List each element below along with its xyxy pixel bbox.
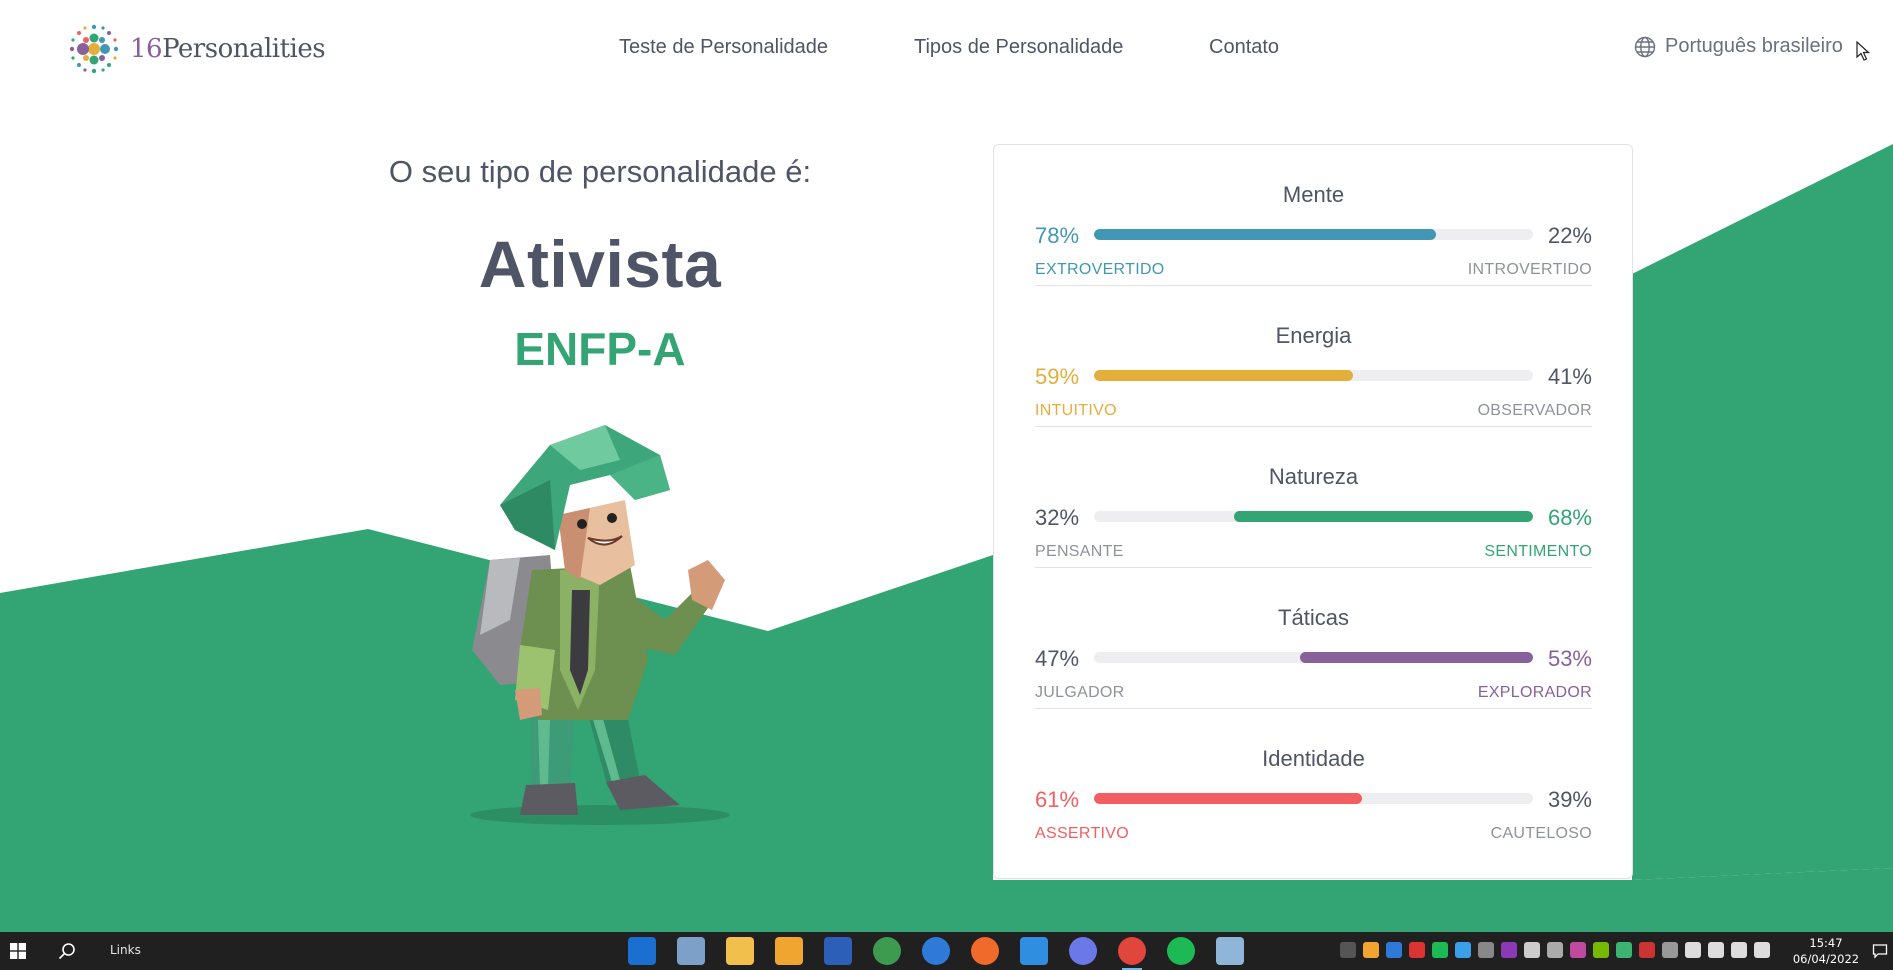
campaigner-avatar-illustration <box>470 425 730 825</box>
trait-right-percent: 68% <box>1547 505 1592 530</box>
trait-title: Natureza <box>1268 464 1359 489</box>
nav-personality-types[interactable]: Tipos de Personalidade <box>914 36 1123 59</box>
vscode-icon[interactable] <box>1020 937 1048 965</box>
trait-right-percent: 41% <box>1547 364 1592 389</box>
trait-left-percent: 59% <box>1035 364 1080 389</box>
trait-title: Identidade <box>1262 746 1365 771</box>
clock-date: 06/04/2022 <box>1792 952 1860 966</box>
tray-webcam-icon[interactable] <box>1662 942 1678 958</box>
trait-bar <box>1094 793 1533 804</box>
tray-app-icon[interactable] <box>1570 942 1586 958</box>
trait-tactics[interactable]: Táticas 47% 53% JULGADOR EXPLORADOR <box>1035 568 1592 709</box>
trait-right-label: EXPLORADOR <box>1477 684 1592 701</box>
trait-bar <box>1094 370 1533 381</box>
tray-shield-icon[interactable] <box>1524 942 1540 958</box>
trait-bar <box>1094 652 1533 663</box>
trait-left-percent: 78% <box>1035 223 1080 248</box>
tray-outlook-icon[interactable] <box>1363 942 1379 958</box>
trait-left-label: INTUITIVO <box>1035 402 1117 419</box>
result-intro: O seu tipo de personalidade é: <box>388 154 812 189</box>
chrome-icon[interactable] <box>1118 937 1146 970</box>
outlook-icon[interactable] <box>775 937 803 965</box>
tray-network-icon[interactable] <box>1731 942 1747 958</box>
trait-bar-fill <box>1094 370 1353 381</box>
trait-bar-fill <box>1094 793 1362 804</box>
tray-network-app-icon[interactable] <box>1616 942 1632 958</box>
calendar-app-icon[interactable] <box>628 937 656 965</box>
snipping-tool-icon[interactable] <box>677 937 705 965</box>
trait-right-label: SENTIMENTO <box>1484 543 1592 560</box>
tray-cloud-icon[interactable] <box>1547 942 1563 958</box>
trait-left-percent: 47% <box>1035 646 1080 671</box>
trait-left-label: EXTROVERTIDO <box>1035 261 1165 278</box>
trait-bar <box>1094 229 1533 240</box>
trait-title: Mente <box>1282 182 1345 207</box>
site-header: 16Personalities Teste de Personalidade T… <box>0 0 1893 98</box>
thunderbird-icon[interactable] <box>922 937 950 965</box>
language-selector[interactable]: Português brasileiro <box>1634 35 1843 58</box>
trait-left-label: ASSERTIVO <box>1035 825 1129 842</box>
tray-usb-icon[interactable] <box>1478 942 1494 958</box>
personality-type-name: Ativista <box>478 227 722 301</box>
tray-display-icon[interactable] <box>1639 942 1655 958</box>
trait-right-label: CAUTELOSO <box>1490 825 1592 842</box>
logo-dots-icon <box>69 24 119 74</box>
notepad-icon[interactable] <box>1216 937 1244 965</box>
tray-chevron-icon[interactable] <box>1340 942 1356 958</box>
site-logo[interactable]: 16Personalities <box>66 21 326 77</box>
tray-onenote-icon[interactable] <box>1501 942 1517 958</box>
tray-bluetooth-icon[interactable] <box>1386 942 1402 958</box>
trait-title: Energia <box>1275 323 1352 348</box>
tray-nvidia-icon[interactable] <box>1593 942 1609 958</box>
trait-mind[interactable]: Mente 78% 22% EXTROVERTIDO INTROVERTIDO <box>1035 145 1592 286</box>
tray-battery-icon[interactable] <box>1708 942 1724 958</box>
trait-right-percent: 53% <box>1547 646 1592 671</box>
clock-time: 15:47 <box>1809 936 1843 950</box>
tray-microphone-icon[interactable] <box>1685 942 1701 958</box>
trait-bar-fill <box>1300 652 1533 663</box>
trait-energy[interactable]: Energia 59% 41% INTUITIVO OBSERVADOR <box>1035 286 1592 427</box>
trait-left-label: PENSANTE <box>1035 543 1124 560</box>
trait-right-label: INTROVERTIDO <box>1467 261 1592 278</box>
file-explorer-icon[interactable] <box>726 937 754 965</box>
trait-bar <box>1094 511 1533 522</box>
trait-left-percent: 32% <box>1035 505 1080 530</box>
hubstaff-icon[interactable] <box>873 937 901 965</box>
globe-icon <box>1634 36 1656 57</box>
system-tray <box>1340 942 1770 958</box>
tray-spotify-icon[interactable] <box>1432 942 1448 958</box>
nav-personality-test[interactable]: Teste de Personalidade <box>619 36 828 59</box>
word-icon[interactable] <box>824 937 852 965</box>
discord-icon[interactable] <box>1069 937 1097 965</box>
trait-right-percent: 39% <box>1547 787 1592 812</box>
tray-volume-icon[interactable] <box>1754 942 1770 958</box>
trait-left-percent: 61% <box>1035 787 1080 812</box>
tray-antivirus-icon[interactable] <box>1409 942 1425 958</box>
trait-bar-fill <box>1094 229 1437 240</box>
tray-security-icon[interactable] <box>1455 942 1471 958</box>
personality-type-code: ENFP-A <box>514 323 686 375</box>
nav-contact[interactable]: Contato <box>1209 36 1279 59</box>
links-toolbar-label[interactable]: Links <box>110 943 141 957</box>
trait-right-label: OBSERVADOR <box>1477 402 1592 419</box>
language-label: Português brasileiro <box>1665 35 1843 57</box>
mouse-cursor-icon <box>1856 41 1870 61</box>
taskbar-apps <box>628 937 1244 970</box>
logo-wordmark: 16Personalities <box>130 34 326 64</box>
trait-title: Táticas <box>1278 605 1349 630</box>
search-icon[interactable] <box>58 942 76 960</box>
trait-left-label: JULGADOR <box>1035 684 1125 701</box>
windows-taskbar: Links 15:47 06/04/2022 <box>0 932 1893 970</box>
notification-center-icon[interactable] <box>1872 943 1888 959</box>
trait-bar-fill <box>1234 511 1533 522</box>
trait-nature[interactable]: Natureza 32% 68% PENSANTE SENTIMENTO <box>1035 427 1592 568</box>
firefox-icon[interactable] <box>971 937 999 965</box>
trait-right-percent: 22% <box>1547 223 1592 248</box>
spotify-icon[interactable] <box>1167 937 1195 965</box>
trait-identity[interactable]: Identidade 61% 39% ASSERTIVO CAUTELOSO <box>1035 709 1592 850</box>
trait-results-card: Mente 78% 22% EXTROVERTIDO INTROVERTIDO … <box>993 144 1633 879</box>
windows-start-icon[interactable] <box>10 943 26 959</box>
taskbar-clock[interactable]: 15:47 06/04/2022 <box>1786 935 1866 967</box>
